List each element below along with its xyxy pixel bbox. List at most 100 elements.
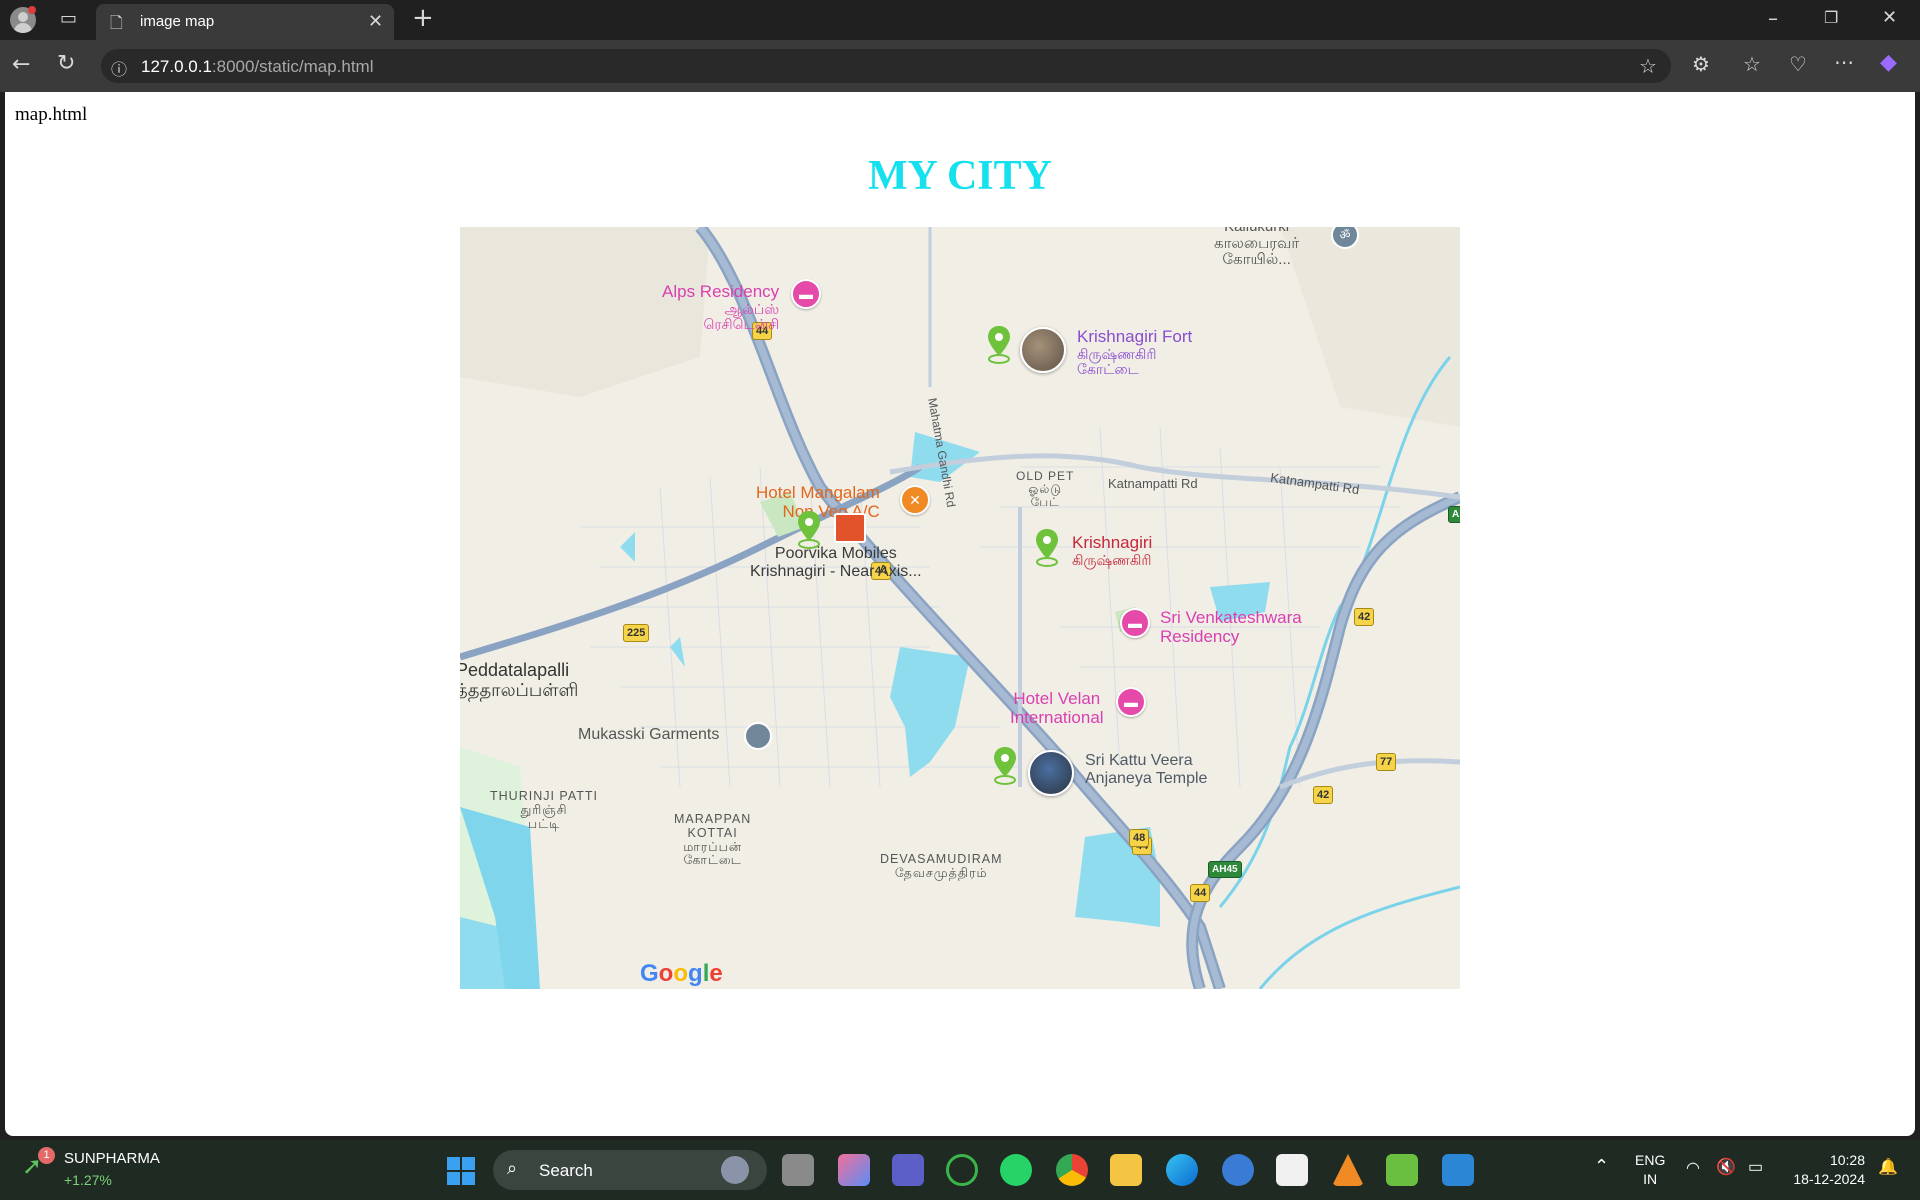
address-bar-row: ← ↻ ⓘ 127.0.0.1:8000/static/map.html ☆ ⚙… bbox=[0, 40, 1920, 92]
label-line: ஆல்ப்ஸ் bbox=[724, 300, 780, 317]
label-line: Sri Kattu Veera bbox=[1085, 752, 1193, 769]
refresh-icon[interactable]: ↻ bbox=[57, 51, 75, 76]
copilot-app-icon[interactable] bbox=[838, 1154, 870, 1186]
label-line: 10:28 bbox=[1829, 1152, 1865, 1168]
label-line: International bbox=[1010, 707, 1104, 727]
hotel-icon[interactable]: ▬ bbox=[1116, 687, 1146, 717]
krishnagiri-label[interactable]: Krishnagiri கிருஷ்ணகிரி bbox=[1072, 533, 1153, 568]
place-icon[interactable] bbox=[744, 722, 772, 750]
vlc-icon[interactable] bbox=[1332, 1154, 1364, 1186]
label-line: Poorvika Mobiles bbox=[774, 545, 897, 562]
edge-icon[interactable] bbox=[1166, 1154, 1198, 1186]
label-line: Alps Residency bbox=[662, 282, 780, 301]
attraction-pin-icon[interactable] bbox=[994, 747, 1016, 785]
chevron-up-icon[interactable]: ⌃ bbox=[1594, 1156, 1609, 1177]
attraction-pin-icon[interactable] bbox=[988, 326, 1010, 364]
fort-photo[interactable] bbox=[1020, 327, 1066, 373]
copilot-icon[interactable]: ◆ bbox=[1880, 50, 1897, 75]
label-line: Peddatalapalli bbox=[460, 660, 570, 680]
highway-shield: 42 bbox=[1354, 608, 1375, 626]
label-line: ENG bbox=[1635, 1152, 1666, 1168]
label-line: 18-12-2024 bbox=[1793, 1171, 1865, 1187]
label-line: Krishnagiri - Near Axis... bbox=[750, 562, 922, 580]
krishnagiri-fort-label[interactable]: Krishnagiri Fort கிருஷ்ணகிரி கோட்டை bbox=[1077, 327, 1192, 377]
restaurant-icon[interactable]: ✕ bbox=[900, 485, 930, 515]
sri-venkateshwara-label[interactable]: Sri Venkateshwara Residency bbox=[1160, 608, 1302, 646]
old-pet-label: OLD PET ஓல்டு பேட் bbox=[1016, 469, 1074, 510]
hotel-icon[interactable]: ▬ bbox=[791, 279, 821, 309]
hotel-velan-label[interactable]: Hotel Velan International bbox=[1010, 689, 1104, 727]
alps-residency-label[interactable]: Alps Residency ஆல்ப்ஸ் ரெசிடென்சி bbox=[662, 282, 780, 333]
sync-app-icon[interactable] bbox=[946, 1154, 978, 1186]
label-line: IN bbox=[1643, 1171, 1658, 1187]
label-line: கிருஷ்ணகிரி bbox=[1072, 551, 1152, 568]
label-line: கோயில்... bbox=[1222, 251, 1291, 268]
url-field[interactable]: ⓘ 127.0.0.1:8000/static/map.html ☆ bbox=[101, 49, 1671, 83]
attraction-pin-icon[interactable] bbox=[1036, 529, 1058, 567]
close-tab-icon[interactable]: ✕ bbox=[368, 11, 383, 32]
page-content: map.html MY CITY 44 44 44 225 42 42 77 4… bbox=[5, 92, 1915, 1136]
close-window-icon[interactable]: ✕ bbox=[1882, 7, 1897, 28]
tab-image-map[interactable]: 🗋 image map ✕ bbox=[96, 4, 394, 40]
city-map-image[interactable]: 44 44 44 44 225 42 42 77 48 AH45 A Kallu… bbox=[460, 227, 1460, 989]
highway-shield: 44 bbox=[1190, 884, 1211, 902]
more-menu-icon[interactable]: ⋯ bbox=[1834, 50, 1854, 74]
volume-muted-icon[interactable]: 🔇 bbox=[1716, 1157, 1736, 1177]
site-info-icon[interactable]: ⓘ bbox=[111, 56, 127, 80]
road-label: Katnampatti Rd bbox=[1108, 476, 1198, 491]
label-line: MARAPPAN bbox=[674, 812, 752, 826]
store-icon[interactable] bbox=[1276, 1154, 1308, 1186]
extensions-icon[interactable]: ⚙ bbox=[1692, 52, 1710, 76]
battery-icon[interactable]: ▭ bbox=[1748, 1157, 1763, 1177]
browser-essentials-icon[interactable]: ♡ bbox=[1789, 52, 1807, 76]
back-icon[interactable]: ← bbox=[12, 52, 30, 77]
label-line: Anjaneya Temple bbox=[1085, 769, 1208, 787]
new-tab-icon[interactable]: + bbox=[412, 3, 434, 33]
task-view-icon[interactable] bbox=[782, 1154, 814, 1186]
page-filename: map.html bbox=[15, 104, 88, 125]
label-line: Krishnagiri bbox=[1072, 533, 1153, 552]
start-button[interactable] bbox=[447, 1157, 475, 1185]
attraction-pin-icon[interactable] bbox=[798, 511, 820, 549]
favorite-star-icon[interactable]: ☆ bbox=[1639, 54, 1657, 78]
stock-change: +1.27% bbox=[64, 1172, 112, 1188]
label-line: Hotel Mangalam bbox=[756, 483, 880, 502]
search-label: Search bbox=[539, 1161, 593, 1180]
label-line: கோட்டை bbox=[683, 853, 742, 868]
clock[interactable]: 10:28 18-12-2024 bbox=[1785, 1151, 1865, 1189]
app-icon[interactable] bbox=[1222, 1154, 1254, 1186]
label-line: Hotel Velan bbox=[1013, 689, 1101, 708]
app-icon[interactable] bbox=[1386, 1154, 1418, 1186]
label-line: பேட் bbox=[1030, 495, 1060, 510]
temple-photo[interactable] bbox=[1028, 750, 1074, 796]
taskbar-search[interactable]: ⌕ Search bbox=[493, 1150, 767, 1190]
mukasski-garments-label[interactable]: Mukasski Garments bbox=[578, 726, 719, 744]
sri-kattu-veera-label[interactable]: Sri Kattu Veera Anjaneya Temple bbox=[1085, 752, 1207, 787]
label-line: KOTTAI bbox=[687, 825, 738, 840]
minimize-icon[interactable]: – bbox=[1768, 6, 1778, 30]
tab-title: image map bbox=[140, 13, 215, 30]
hotel-icon[interactable]: ▬ bbox=[1120, 608, 1150, 638]
whatsapp-icon[interactable] bbox=[1000, 1154, 1032, 1186]
vscode-icon[interactable] bbox=[1442, 1154, 1474, 1186]
wifi-icon[interactable]: ◠ bbox=[1686, 1158, 1700, 1178]
poorvika-label[interactable]: Poorvika Mobiles Krishnagiri - Near Axis… bbox=[750, 545, 922, 580]
label-line: ரெசிடென்சி bbox=[703, 316, 780, 333]
chrome-icon[interactable] bbox=[1056, 1154, 1088, 1186]
notification-bell-icon[interactable]: 🔔 bbox=[1878, 1157, 1898, 1177]
restore-icon[interactable]: ❐ bbox=[1824, 8, 1838, 27]
windows-taskbar: ➚ 1 SUNPHARMA +1.27% ⌕ Search ⌃ ENG IN ◠… bbox=[0, 1140, 1920, 1200]
highway-shield: 77 bbox=[1376, 753, 1397, 771]
teams-icon[interactable] bbox=[892, 1154, 924, 1186]
label-line: துரிஞ்சி bbox=[520, 802, 568, 817]
store-logo-icon[interactable] bbox=[834, 513, 866, 543]
highway-shield: 48 bbox=[1129, 829, 1150, 847]
language-indicator[interactable]: ENG IN bbox=[1635, 1151, 1665, 1189]
stock-name[interactable]: SUNPHARMA bbox=[64, 1150, 160, 1167]
file-explorer-icon[interactable] bbox=[1110, 1154, 1142, 1186]
thurinji-patti-label: THURINJI PATTI துரிஞ்சி பட்டி bbox=[490, 789, 598, 831]
search-icon: ⌕ bbox=[507, 1158, 518, 1178]
url-path: :8000/static/map.html bbox=[211, 57, 374, 76]
favorites-icon[interactable]: ☆ bbox=[1743, 52, 1761, 76]
tab-actions-icon[interactable]: ▭ bbox=[60, 8, 77, 29]
